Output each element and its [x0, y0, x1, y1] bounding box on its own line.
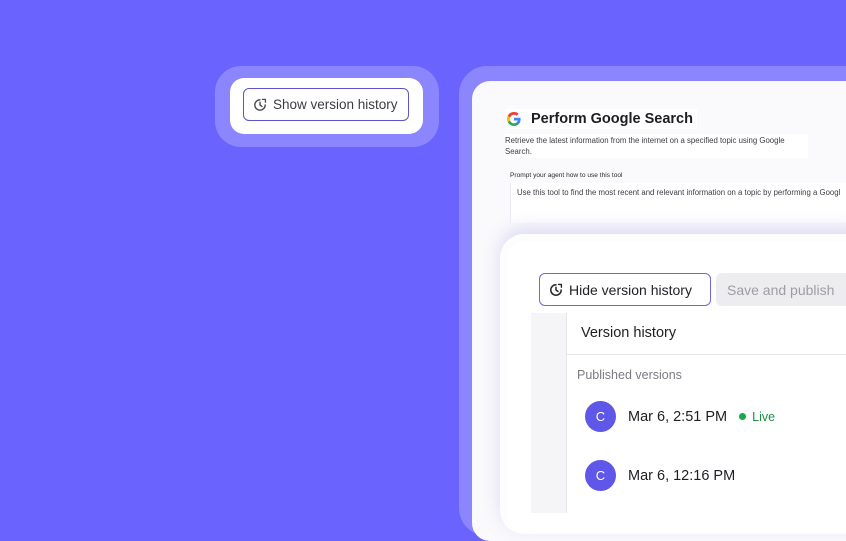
live-status-dot-icon: [739, 413, 747, 420]
save-and-publish-button[interactable]: Save and publish: [716, 273, 846, 306]
show-version-history-label: Show version history: [273, 97, 398, 112]
editor-gutter: [531, 313, 567, 513]
tool-header: Perform Google Search: [505, 109, 697, 129]
live-badge: Live: [752, 409, 776, 424]
avatar: C: [585, 460, 616, 491]
google-icon: [505, 110, 523, 128]
hide-version-history-label: Hide version history: [569, 281, 692, 298]
version-history-title: Version history: [581, 325, 677, 341]
version-item[interactable]: C Mar 6, 12:16 PM: [585, 460, 735, 491]
divider: [567, 354, 846, 355]
published-versions-label: Published versions: [577, 368, 682, 382]
hide-version-history-button[interactable]: Hide version history: [539, 273, 711, 306]
prompt-label: Prompt your agent how to use this tool: [510, 172, 623, 179]
tool-title: Perform Google Search: [531, 111, 693, 127]
avatar: C: [585, 401, 616, 432]
version-item[interactable]: C Mar 6, 2:51 PM Live: [585, 401, 775, 432]
version-date: Mar 6, 12:16 PM: [628, 467, 736, 484]
save-and-publish-label: Save and publish: [727, 281, 835, 298]
version-date: Mar 6, 2:51 PM: [628, 408, 728, 425]
history-clock-icon: [253, 98, 267, 112]
prompt-textarea[interactable]: Use this tool to find the most recent an…: [510, 183, 846, 223]
history-clock-icon: [549, 283, 563, 297]
tool-description[interactable]: Retrieve the latest information from the…: [505, 134, 808, 158]
show-version-history-button[interactable]: Show version history: [243, 88, 409, 121]
